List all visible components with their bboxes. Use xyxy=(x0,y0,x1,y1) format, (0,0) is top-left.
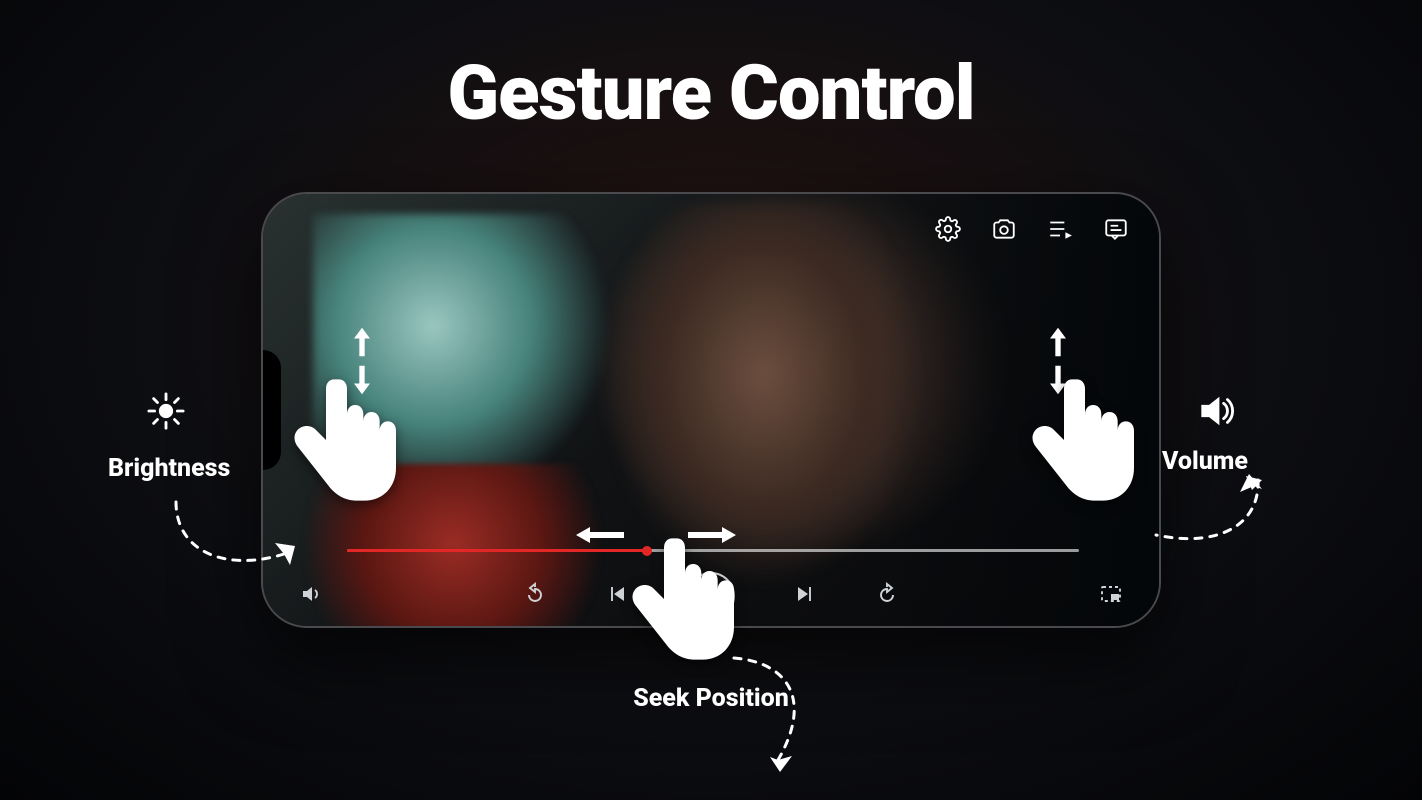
page-title: Gesture Control xyxy=(0,48,1422,138)
forward-10-icon[interactable] xyxy=(875,582,899,610)
hand-pointer-icon xyxy=(618,529,738,669)
caption-icon[interactable] xyxy=(1103,216,1129,246)
speaker-small-icon[interactable] xyxy=(299,582,323,610)
skip-next-icon[interactable] xyxy=(793,582,817,610)
progress-fill xyxy=(347,549,647,552)
gear-icon[interactable] xyxy=(935,216,961,246)
player-top-toolbar xyxy=(935,216,1129,246)
sun-icon xyxy=(147,392,185,434)
speaker-icon xyxy=(1198,392,1236,434)
brightness-label: Brightness xyxy=(108,454,230,483)
camera-icon[interactable] xyxy=(991,216,1017,246)
hand-pointer-icon xyxy=(1018,370,1138,510)
volume-label: Volume xyxy=(1162,447,1248,476)
phone-notch xyxy=(261,350,281,470)
dashed-arrow-icon xyxy=(1148,480,1268,560)
dashed-arrow-icon xyxy=(166,492,296,582)
pip-icon[interactable] xyxy=(1099,582,1123,610)
dashed-arrow-icon xyxy=(716,650,836,770)
seek-label: Seek Position xyxy=(0,684,1422,713)
rewind-10-icon[interactable] xyxy=(523,582,547,610)
hand-pointer-icon xyxy=(280,370,400,510)
playlist-play-icon[interactable] xyxy=(1047,216,1073,246)
